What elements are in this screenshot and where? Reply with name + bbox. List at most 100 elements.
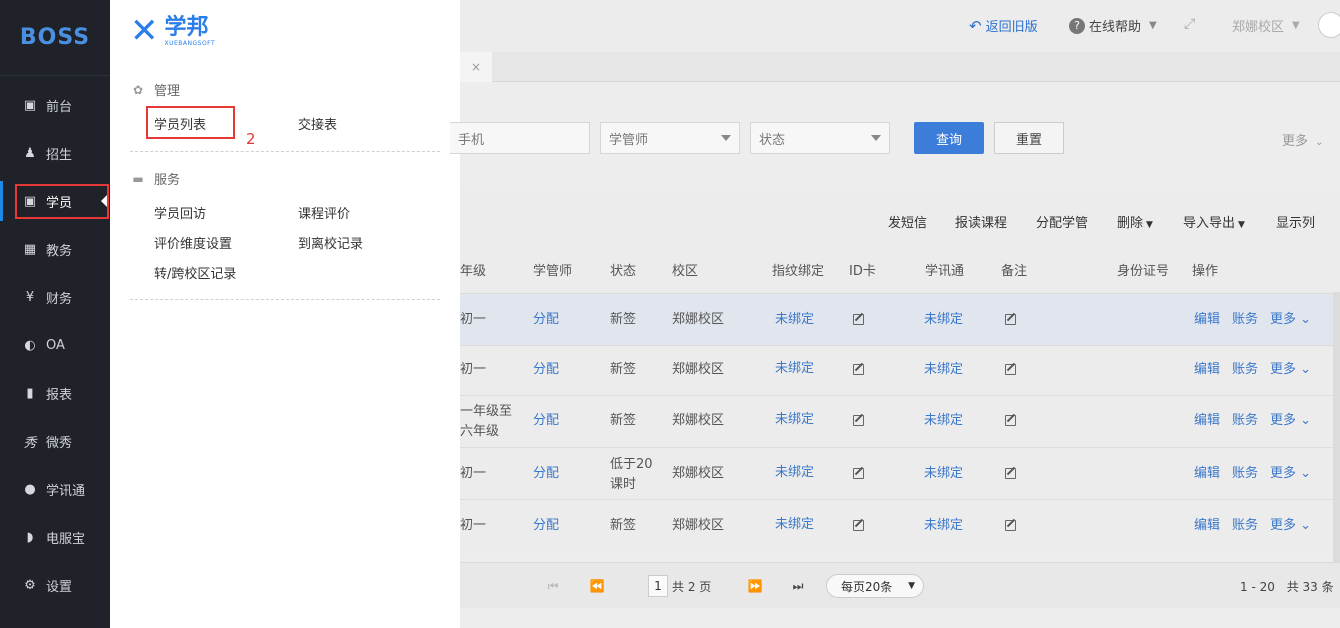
sidebar-item-settings[interactable]: ⚙ 设置 xyxy=(0,565,110,605)
edit-id-card-icon[interactable] xyxy=(853,415,864,426)
campus-switcher[interactable]: 郑娜校区 ▼ xyxy=(1232,16,1300,35)
sidebar-item-reports[interactable]: ▮ 报表 xyxy=(0,373,110,413)
account-link[interactable]: 账务 xyxy=(1232,360,1258,380)
account-link[interactable]: 账务 xyxy=(1232,310,1258,330)
column-header-fingerprint[interactable]: 指纹绑定 xyxy=(772,260,824,279)
row-more-menu[interactable]: 更多 ⌄ xyxy=(1270,360,1311,380)
sidebar-item-enrollment[interactable]: ♟ 招生 xyxy=(0,133,110,173)
section-label: 服务 xyxy=(154,173,181,188)
xuexuntong-bind-link[interactable]: 未绑定 xyxy=(924,411,963,431)
help-icon: ? xyxy=(1069,17,1085,34)
edit-remark-icon[interactable] xyxy=(1005,520,1016,531)
reset-button[interactable]: 重置 xyxy=(994,122,1064,154)
xuexuntong-bind-link[interactable]: 未绑定 xyxy=(924,310,963,330)
fullscreen-icon[interactable]: ⤢ xyxy=(1184,16,1195,32)
assign-manager-link[interactable]: 分配 xyxy=(533,516,559,536)
cell-campus: 郑娜校区 xyxy=(672,362,725,377)
row-more-menu[interactable]: 更多 ⌄ xyxy=(1270,310,1311,330)
sidebar-item-finance[interactable]: ¥ 财务 xyxy=(0,277,110,317)
fingerprint-bind-link[interactable]: 未绑定 xyxy=(775,410,814,430)
more-label: 更多 xyxy=(1270,518,1297,533)
edit-id-card-icon[interactable] xyxy=(853,314,864,325)
menu-link-student-visit[interactable]: 学员回访 xyxy=(154,203,206,222)
account-link[interactable]: 账务 xyxy=(1232,411,1258,431)
edit-id-card-icon[interactable] xyxy=(853,364,864,375)
first-page-icon[interactable]: ⏮ xyxy=(538,575,568,597)
column-header-id-number[interactable]: 身份证号 xyxy=(1117,260,1169,279)
next-page-icon[interactable]: ⏩ xyxy=(740,575,770,597)
edit-link[interactable]: 编辑 xyxy=(1194,516,1220,536)
edit-link[interactable]: 编辑 xyxy=(1194,464,1220,484)
phone-input[interactable]: 手机 xyxy=(450,122,590,154)
prev-page-icon[interactable]: ⏪ xyxy=(582,575,612,597)
column-header-campus[interactable]: 校区 xyxy=(672,260,698,279)
sidebar-item-academic[interactable]: ▦ 教务 xyxy=(0,229,110,269)
fingerprint-bind-link[interactable]: 未绑定 xyxy=(775,515,814,535)
sidebar-item-frontdesk[interactable]: ▣ 前台 xyxy=(0,85,110,125)
avatar[interactable] xyxy=(1318,12,1340,38)
column-header-status[interactable]: 状态 xyxy=(610,260,636,279)
menu-link-attendance-record[interactable]: 到离校记录 xyxy=(298,233,363,252)
column-header-manager[interactable]: 学管师 xyxy=(533,260,572,279)
send-sms-button[interactable]: 发短信 xyxy=(888,212,927,231)
section-title-manage: ✿ 管理 xyxy=(130,80,180,100)
edit-link[interactable]: 编辑 xyxy=(1194,411,1220,431)
menu-link-course-review[interactable]: 课程评价 xyxy=(298,203,350,222)
edit-id-card-icon[interactable] xyxy=(853,520,864,531)
assign-manager-link[interactable]: 分配 xyxy=(533,310,559,330)
cell-status: 新签 xyxy=(610,413,637,428)
edit-link[interactable]: 编辑 xyxy=(1194,310,1220,330)
edit-remark-icon[interactable] xyxy=(1005,364,1016,375)
fingerprint-bind-link[interactable]: 未绑定 xyxy=(775,359,814,379)
table-scrollbar[interactable] xyxy=(1333,292,1340,562)
fingerprint-bind-link[interactable]: 未绑定 xyxy=(775,463,814,483)
chevron-down-icon: ⌄ xyxy=(1300,518,1312,533)
import-export-menu-button[interactable]: 导入导出 ▼ xyxy=(1183,212,1245,231)
edit-id-card-icon[interactable] xyxy=(853,468,864,479)
assign-manager-link[interactable]: 分配 xyxy=(533,411,559,431)
row-more-menu[interactable]: 更多 ⌄ xyxy=(1270,516,1311,536)
manager-select[interactable]: 学管师 xyxy=(600,122,740,154)
query-button[interactable]: 查询 xyxy=(914,122,984,154)
xuexuntong-bind-link[interactable]: 未绑定 xyxy=(924,516,963,536)
column-header-id-card[interactable]: ID卡 xyxy=(849,260,876,279)
sidebar-item-dianfubao[interactable]: ◗ 电服宝 xyxy=(0,517,110,557)
xuexuntong-bind-link[interactable]: 未绑定 xyxy=(924,464,963,484)
column-header-xuexuntong[interactable]: 学讯通 xyxy=(925,260,964,279)
edit-remark-icon[interactable] xyxy=(1005,415,1016,426)
back-old-version-link[interactable]: ↶ 返回旧版 xyxy=(969,16,1038,36)
sidebar-item-weixiu[interactable]: 秀 微秀 xyxy=(0,421,110,461)
assign-manager-button[interactable]: 分配学管 xyxy=(1036,212,1088,231)
edit-link[interactable]: 编辑 xyxy=(1194,360,1220,380)
column-header-actions[interactable]: 操作 xyxy=(1192,260,1218,279)
more-filters-button[interactable]: 更多 ⌄ xyxy=(1282,130,1324,149)
last-page-icon[interactable]: ⏭ xyxy=(783,575,813,597)
fingerprint-bind-link[interactable]: 未绑定 xyxy=(775,310,814,330)
assign-manager-link[interactable]: 分配 xyxy=(533,464,559,484)
sidebar-item-oa[interactable]: ◐ OA xyxy=(0,325,110,365)
edit-remark-icon[interactable] xyxy=(1005,468,1016,479)
sidebar-item-label: 微秀 xyxy=(46,435,73,451)
delete-menu-button[interactable]: 删除 ▼ xyxy=(1117,212,1153,231)
page-number-input[interactable]: 1 xyxy=(648,575,668,597)
account-link[interactable]: 账务 xyxy=(1232,516,1258,536)
assign-manager-link[interactable]: 分配 xyxy=(533,360,559,380)
online-help-menu[interactable]: ? 在线帮助 ▼ xyxy=(1069,16,1157,35)
boss-logo[interactable]: BOSS xyxy=(0,0,110,76)
show-columns-button[interactable]: 显示列 xyxy=(1276,212,1315,231)
enroll-course-button[interactable]: 报读课程 xyxy=(955,212,1007,231)
xuexuntong-bind-link[interactable]: 未绑定 xyxy=(924,360,963,380)
edit-remark-icon[interactable] xyxy=(1005,314,1016,325)
menu-link-campus-transfer[interactable]: 转/跨校区记录 xyxy=(154,263,236,282)
row-more-menu[interactable]: 更多 ⌄ xyxy=(1270,464,1311,484)
status-select[interactable]: 状态 xyxy=(750,122,890,154)
row-more-menu[interactable]: 更多 ⌄ xyxy=(1270,411,1311,431)
account-link[interactable]: 账务 xyxy=(1232,464,1258,484)
menu-link-handover[interactable]: 交接表 xyxy=(298,114,337,133)
menu-link-review-dimension[interactable]: 评价维度设置 xyxy=(154,233,232,252)
sidebar-item-xuexuntong[interactable]: ● 学讯通 xyxy=(0,469,110,509)
column-header-grade[interactable]: 年级 xyxy=(460,260,486,279)
column-header-remark[interactable]: 备注 xyxy=(1001,260,1027,279)
page-size-select[interactable]: 每页20条 ▼ xyxy=(826,574,924,598)
tab-close-icon[interactable]: × xyxy=(460,52,492,82)
